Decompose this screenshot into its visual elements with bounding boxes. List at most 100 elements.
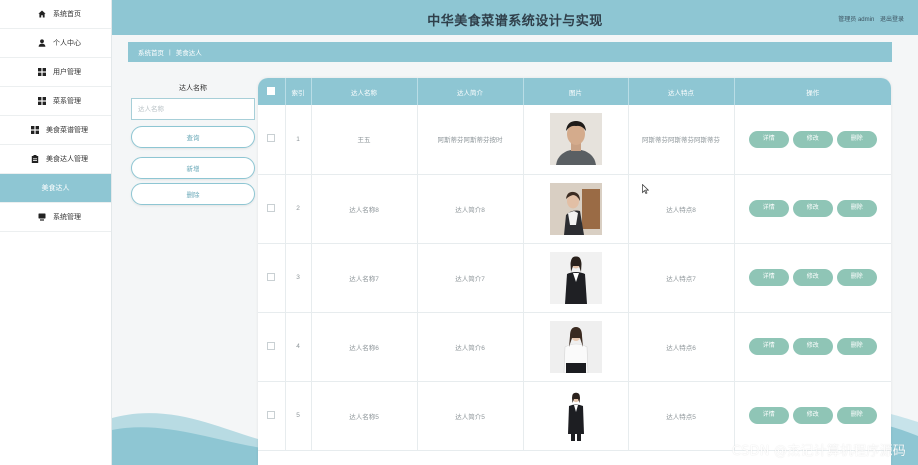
column-header-index: 索引	[285, 78, 312, 105]
app-root: 系统首页 个人中心 用户管理 菜系管理 美食菜谱管理 美食达人管理 美食达人 系…	[0, 0, 918, 465]
row-index: 2	[285, 174, 312, 244]
delete-button[interactable]: 删除	[836, 200, 877, 217]
user-icon	[38, 39, 46, 47]
row-index: 4	[285, 312, 312, 382]
row-index: 5	[285, 381, 312, 451]
column-header-actions: 操作	[806, 89, 820, 97]
row-index: 1	[285, 105, 312, 175]
clipboard-icon	[31, 155, 39, 163]
sidebar-item-experts-manage[interactable]: 美食达人管理	[0, 145, 111, 174]
sidebar-item-label: 美食达人管理	[46, 156, 88, 163]
row-checkbox[interactable]	[267, 341, 276, 350]
experts-table-grid: 索引 达人名称 达人简介 图片 达人特点 操作 1 王五 阿斯蒂芬阿斯蒂芬按时	[258, 78, 891, 451]
add-button[interactable]: 新增	[131, 157, 255, 179]
home-icon	[38, 10, 46, 18]
detail-button[interactable]: 详情	[748, 338, 789, 355]
detail-button[interactable]: 详情	[748, 407, 789, 424]
column-header-feature: 达人特点	[628, 78, 735, 105]
row-actions: 详情 修改 删除	[734, 243, 891, 313]
monitor-icon	[38, 213, 46, 221]
sidebar-item-label: 美食菜谱管理	[46, 127, 88, 134]
row-actions: 详情 修改 删除	[734, 312, 891, 382]
sidebar: 系统首页 个人中心 用户管理 菜系管理 美食菜谱管理 美食达人管理 美食达人 系…	[0, 0, 112, 465]
row-index: 3	[285, 243, 312, 313]
user-info: 管理员 admin 退出登录	[834, 14, 904, 23]
breadcrumb-home[interactable]: 系统首页	[138, 47, 164, 57]
table-row: 4 达人名称6 达人简介6 达人特点6 详情 修改 删除	[258, 312, 891, 382]
grid-icon	[38, 68, 46, 76]
woman-suit-photo	[549, 251, 602, 304]
edit-button[interactable]: 修改	[792, 130, 833, 148]
row-name: 达人名称5	[311, 381, 418, 451]
sidebar-item-label: 菜系管理	[53, 98, 81, 105]
sidebar-item-cuisine[interactable]: 菜系管理	[0, 87, 111, 116]
row-checkbox[interactable]	[267, 410, 276, 419]
grid-icon	[38, 97, 46, 105]
sidebar-item-home[interactable]: 系统首页	[0, 0, 111, 29]
query-button[interactable]: 查询	[131, 126, 255, 148]
sidebar-item-system[interactable]: 系统管理	[0, 203, 111, 232]
sidebar-item-experts[interactable]: 美食达人	[0, 174, 111, 203]
table-row: 2 达人名称8 达人简介8 达人特点8 详情 修改 删除	[258, 174, 891, 244]
row-checkbox[interactable]	[267, 134, 276, 143]
delete-button[interactable]: 删除	[836, 338, 877, 355]
row-actions: 详情 修改 删除	[734, 174, 891, 244]
row-name: 达人名称7	[311, 243, 418, 313]
grid-icon	[31, 126, 39, 134]
column-header-photo: 图片	[523, 78, 629, 105]
row-checkbox[interactable]	[267, 272, 276, 281]
sidebar-item-profile[interactable]: 个人中心	[0, 29, 111, 58]
row-feature: 达人特点5	[628, 381, 735, 451]
breadcrumb-current: 美食达人	[175, 50, 202, 57]
sidebar-item-label: 个人中心	[53, 40, 81, 47]
top-header: 中华美食菜谱系统设计与实现 管理员 admin 退出登录	[112, 0, 918, 35]
edit-button[interactable]: 修改	[792, 269, 833, 286]
woman-suit-standing-photo	[549, 389, 602, 442]
woman-office-photo	[549, 182, 602, 235]
watermark: CSDN @杰记计算机程序源码	[731, 444, 906, 459]
delete-button[interactable]: 删除	[836, 407, 877, 424]
detail-button[interactable]: 详情	[748, 130, 789, 148]
man-casual-photo	[549, 113, 602, 166]
row-name: 达人名称8	[311, 174, 418, 244]
app-title: 中华美食菜谱系统设计与实现	[427, 13, 603, 28]
sidebar-item-recipes[interactable]: 美食菜谱管理	[0, 116, 111, 145]
delete-button[interactable]: 删除	[836, 130, 877, 148]
sidebar-item-label: 用户管理	[53, 69, 81, 76]
table-row: 1 王五 阿斯蒂芬阿斯蒂芬按时 阿斯蒂芬阿斯蒂芬阿斯蒂芬 详情 修改 删除	[258, 105, 891, 175]
row-name: 达人名称6	[311, 312, 418, 382]
row-feature: 达人特点6	[628, 312, 735, 382]
delete-button[interactable]: 删除	[836, 269, 877, 286]
select-all-cell[interactable]	[258, 78, 286, 105]
sidebar-item-label: 系统首页	[53, 11, 81, 18]
row-intro: 阿斯蒂芬阿斯蒂芬按时	[417, 105, 524, 175]
breadcrumb-separator: |	[169, 48, 171, 56]
search-name-input[interactable]	[131, 98, 255, 120]
table-row: 3 达人名称7 达人简介7 达人特点7 详情 修改 删除	[258, 243, 891, 313]
column-header-intro: 达人简介	[417, 78, 524, 105]
mouse-cursor-icon	[642, 184, 649, 194]
edit-button[interactable]: 修改	[792, 407, 833, 424]
row-name: 王五	[311, 105, 418, 175]
detail-button[interactable]: 详情	[748, 200, 789, 217]
search-name-label: 达人名称	[179, 85, 207, 92]
row-checkbox[interactable]	[267, 203, 276, 212]
select-all-checkbox[interactable]	[267, 86, 276, 95]
row-feature: 达人特点7	[628, 243, 735, 313]
row-actions: 详情 修改 删除	[734, 105, 891, 175]
row-intro: 达人简介8	[417, 174, 524, 244]
delete-selected-button[interactable]: 删除	[131, 183, 255, 205]
row-intro: 达人简介7	[417, 243, 524, 313]
row-intro: 达人简介6	[417, 312, 524, 382]
column-header-name: 达人名称	[311, 78, 418, 105]
experts-table: 索引 达人名称 达人简介 图片 达人特点 操作 1 王五 阿斯蒂芬阿斯蒂芬按时	[258, 78, 891, 465]
breadcrumb: 系统首页 | 美食达人	[128, 42, 892, 62]
sidebar-item-users[interactable]: 用户管理	[0, 58, 111, 87]
detail-button[interactable]: 详情	[748, 269, 789, 286]
row-feature: 阿斯蒂芬阿斯蒂芬阿斯蒂芬	[628, 105, 735, 175]
user-role-label: 管理员 admin	[838, 17, 875, 23]
logout-link[interactable]: 退出登录	[880, 17, 904, 23]
woman-blouse-photo	[549, 320, 602, 373]
edit-button[interactable]: 修改	[792, 200, 833, 217]
edit-button[interactable]: 修改	[792, 338, 833, 355]
